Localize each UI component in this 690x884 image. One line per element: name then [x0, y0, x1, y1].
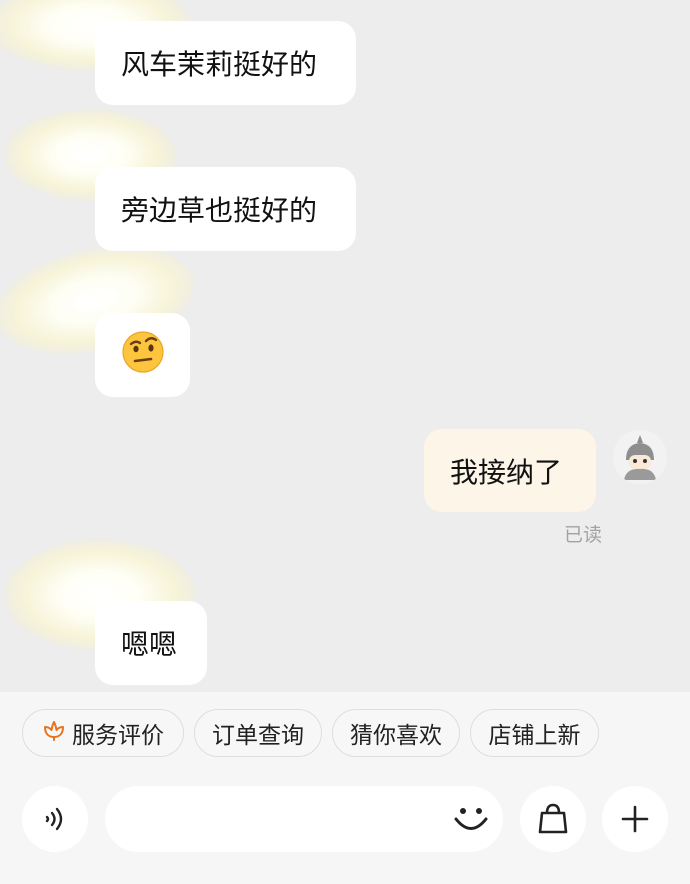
- raised-eyebrow-emoji: [121, 330, 165, 381]
- avatar[interactable]: [613, 430, 667, 484]
- avatar-icon: [613, 430, 667, 484]
- smiley-icon[interactable]: [452, 800, 490, 842]
- new-arrivals-chip[interactable]: 店铺上新: [470, 709, 599, 757]
- message-text: 我接纳了: [450, 455, 563, 489]
- chip-label: 店铺上新: [488, 723, 581, 749]
- plus-icon: [621, 805, 649, 833]
- emoji-message-bubble[interactable]: [95, 313, 190, 397]
- message-text: 风车茉莉挺好的: [121, 48, 318, 81]
- recommend-chip[interactable]: 猜你喜欢: [332, 709, 460, 757]
- voice-button[interactable]: [22, 786, 88, 852]
- message-bubble[interactable]: 风车茉莉挺好的: [95, 21, 356, 105]
- message-input[interactable]: [105, 786, 503, 852]
- more-button[interactable]: [602, 786, 668, 852]
- voice-icon: [45, 807, 63, 831]
- order-query-chip[interactable]: 订单查询: [194, 709, 322, 757]
- message-bubble[interactable]: 旁边草也挺好的: [95, 167, 356, 251]
- chip-label: 订单查询: [212, 723, 304, 749]
- read-status: 已读: [564, 524, 603, 546]
- message-bubble[interactable]: 我接纳了: [424, 429, 596, 512]
- service-review-chip[interactable]: 服务评价: [22, 709, 184, 757]
- chip-label: 服务评价: [72, 723, 164, 749]
- chat-area[interactable]: 风车茉莉挺好的 旁边草也挺好的 我接纳了 已读 嗯嗯: [0, 0, 690, 692]
- shop-button[interactable]: [520, 786, 586, 852]
- message-text: 嗯嗯: [121, 628, 178, 661]
- shopping-bag-icon: [538, 803, 568, 834]
- message-bubble[interactable]: 嗯嗯: [95, 601, 207, 685]
- flower-icon: [42, 718, 66, 748]
- chip-label: 猜你喜欢: [350, 723, 442, 749]
- bottom-toolbar: 服务评价 订单查询 猜你喜欢 店铺上新: [0, 692, 690, 884]
- message-text: 旁边草也挺好的: [121, 194, 318, 227]
